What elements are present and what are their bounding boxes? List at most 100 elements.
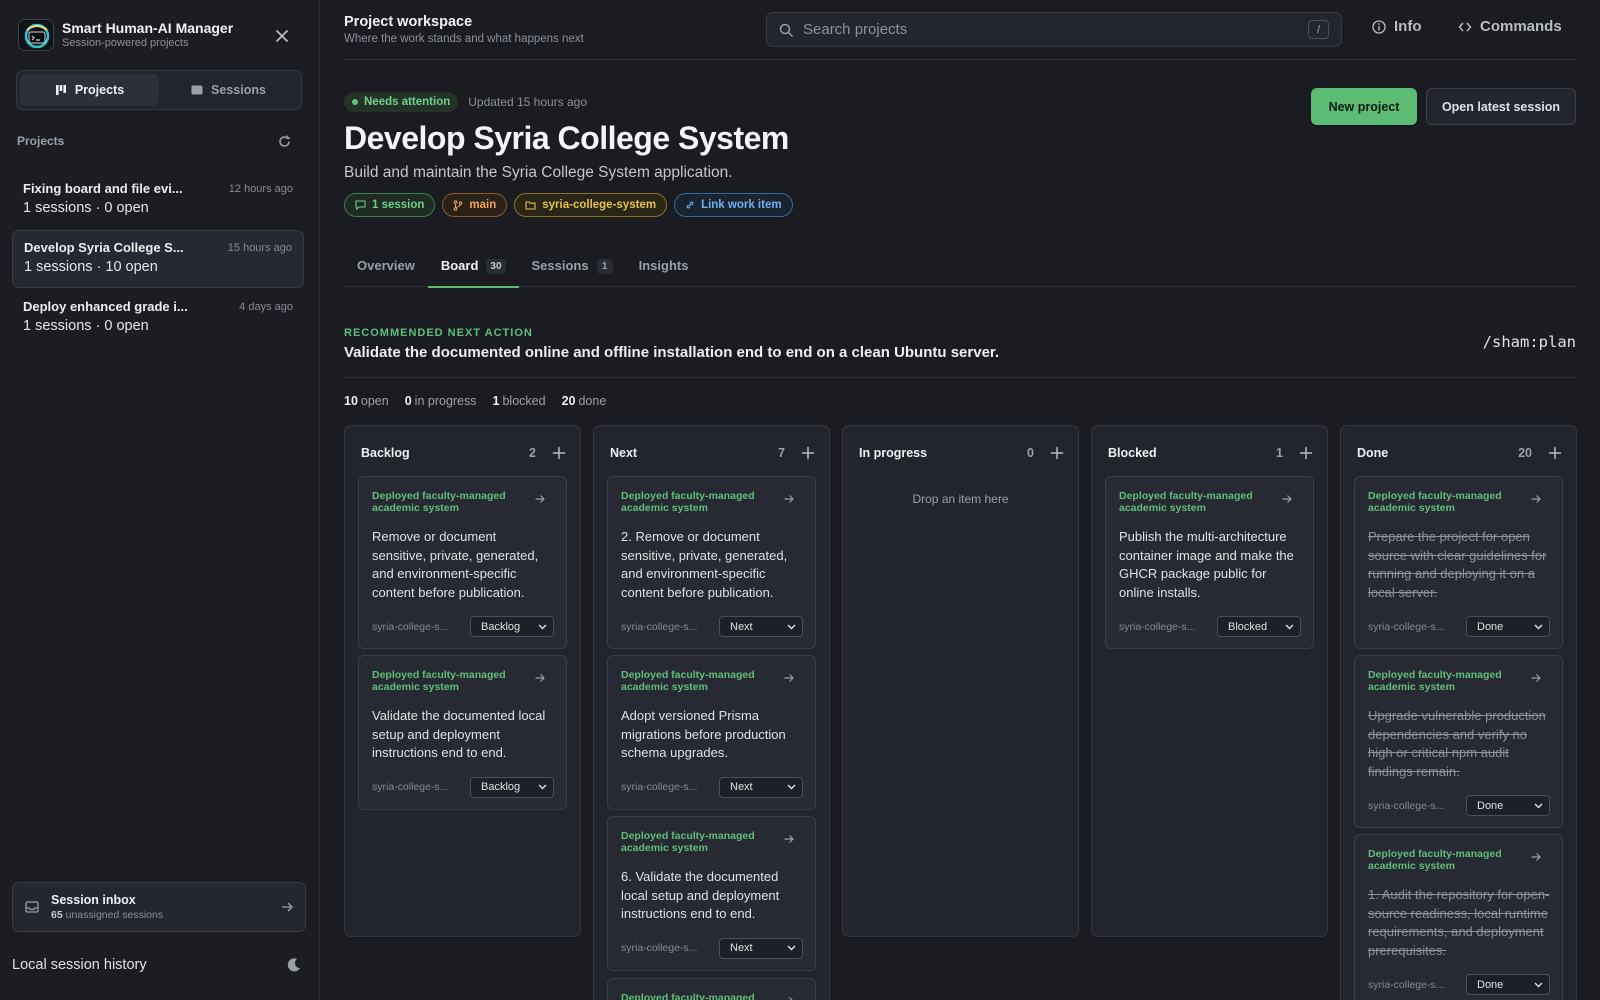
open-arrow-icon[interactable] (783, 833, 795, 845)
commands-button[interactable]: Commands (1458, 18, 1562, 35)
link-icon (686, 201, 694, 209)
folder-icon (525, 200, 536, 210)
plus-icon (1050, 446, 1064, 460)
card-status-select[interactable]: Next (719, 937, 803, 959)
add-item-button[interactable] (801, 446, 815, 460)
summary-blocked-label: blocked (502, 394, 546, 408)
card-status-select[interactable]: Backlog (470, 616, 554, 637)
sessions-icon (191, 85, 203, 95)
recommendation-command[interactable]: /sham:plan (1483, 333, 1576, 351)
board-icon (55, 85, 66, 95)
board-card[interactable]: Deployed faculty-managed (607, 978, 816, 1000)
branch-chip[interactable]: main (442, 193, 508, 217)
card-status-select[interactable]: Blocked (1217, 616, 1301, 637)
project-description: Build and maintain the Syria College Sys… (344, 164, 733, 181)
projects-section-title: Projects (17, 134, 65, 148)
page-subtitle: Where the work stands and what happens n… (344, 33, 584, 45)
sidebar-project-item-active[interactable]: Develop Syria College S... 15 hours ago … (12, 230, 304, 288)
add-item-button[interactable] (1050, 446, 1064, 460)
link-work-item-chip[interactable]: Link work item (674, 193, 793, 217)
board-card[interactable]: Deployed faculty-managed academic system… (1354, 655, 1563, 828)
plus-icon (1548, 446, 1562, 460)
folder-chip[interactable]: syria-college-system (514, 193, 668, 217)
info-button[interactable]: Info (1372, 18, 1422, 35)
add-item-button[interactable] (1299, 446, 1313, 460)
summary-blocked-count: 1 (492, 394, 500, 408)
board-column-next: Next 7 Deployed faculty-managed academic s… (593, 425, 830, 1000)
open-arrow-icon[interactable] (534, 493, 546, 505)
card-status-value: Backlog (481, 620, 521, 633)
board-card[interactable]: Deployed faculty-managed academic system… (607, 476, 816, 649)
open-arrow-icon[interactable] (783, 493, 795, 505)
add-item-button[interactable] (1548, 446, 1562, 460)
tab-board[interactable]: Board 30 (427, 250, 519, 288)
open-arrow-icon[interactable] (783, 995, 795, 1000)
refresh-projects-button[interactable] (277, 134, 292, 149)
open-arrow-icon[interactable] (783, 672, 795, 684)
theme-toggle-button[interactable] (286, 957, 302, 973)
board-column-in-progress: In progress 0 Drop an item here (842, 425, 1079, 937)
card-description: Validate the documented local setup and … (372, 708, 546, 760)
card-repo: syria-college-s... (1368, 978, 1445, 991)
project-chips: 1 session main syria-college-system Link… (344, 193, 800, 217)
app-logo-icon (18, 19, 54, 51)
card-status-select[interactable]: Done (1466, 616, 1550, 637)
board-card[interactable]: Deployed faculty-managed academic system… (358, 476, 567, 649)
main-content: Project workspace Where the work stands … (344, 0, 1577, 1000)
search-input[interactable] (803, 21, 1308, 38)
card-status-select[interactable]: Done (1466, 795, 1550, 816)
session-inbox-button[interactable]: Session inbox 65 unassigned sessions (12, 882, 306, 932)
sidebar-project-item[interactable]: Deploy enhanced grade i... 4 days ago 1 … (12, 290, 304, 348)
card-status-select[interactable]: Next (719, 776, 803, 798)
tab-overview[interactable]: Overview (344, 250, 428, 287)
close-sidebar-button[interactable] (272, 26, 292, 46)
open-latest-session-button[interactable]: Open latest session (1426, 88, 1576, 125)
drop-zone-hint[interactable]: Drop an item here (843, 492, 1078, 506)
tab-label: Insights (638, 258, 689, 273)
open-arrow-icon[interactable] (1530, 672, 1542, 684)
card-status-select[interactable]: Done (1466, 974, 1550, 995)
sidebar-view-switch: Projects Sessions (16, 70, 302, 110)
board-card[interactable]: Deployed faculty-managed academic system… (607, 655, 816, 810)
card-description: Publish the multi-architecture container… (1119, 529, 1294, 600)
recommendation-label: RECOMMENDED NEXT ACTION (344, 327, 533, 339)
sessions-chip[interactable]: 1 session (344, 193, 436, 217)
card-status-select[interactable]: Backlog (470, 776, 554, 798)
moon-icon (287, 958, 300, 972)
new-project-button[interactable]: New project (1311, 88, 1417, 125)
board-card[interactable]: Deployed faculty-managed academic system… (607, 816, 816, 971)
chevron-down-icon (538, 784, 547, 790)
open-arrow-icon[interactable] (534, 672, 546, 684)
tab-count: 1 (596, 259, 613, 274)
board-card[interactable]: Deployed faculty-managed academic system… (358, 655, 567, 810)
card-description: 2. Remove or document sensitive, private… (621, 529, 788, 600)
sidebar-tab-sessions[interactable]: Sessions (159, 74, 298, 106)
tab-insights[interactable]: Insights (626, 250, 702, 287)
open-arrow-icon[interactable] (1530, 851, 1542, 863)
recommendation-text: Validate the documented online and offli… (344, 344, 1000, 361)
tab-sessions[interactable]: Sessions 1 (519, 250, 626, 287)
kanban-board: Backlog 2 Deployed faculty-managed academi… (344, 425, 1577, 1000)
card-repo: syria-college-s... (1119, 620, 1196, 633)
project-tabs: Overview Board 30 Sessions 1 Insights (344, 250, 1576, 288)
open-arrow-icon[interactable] (1281, 493, 1293, 505)
card-repo: syria-college-s... (1368, 620, 1445, 633)
add-item-button[interactable] (552, 446, 566, 460)
plus-icon (1299, 446, 1313, 460)
header-divider (344, 59, 1576, 60)
board-card[interactable]: Deployed faculty-managed academic system… (1105, 476, 1314, 649)
board-card[interactable]: Deployed faculty-managed academic system… (1354, 476, 1563, 649)
page-title: Project workspace (344, 14, 473, 30)
updated-time: Updated 15 hours ago (468, 95, 588, 109)
card-status-select[interactable]: Next (719, 616, 803, 637)
sessions-chip-label: 1 session (372, 199, 425, 211)
branch-chip-label: main (469, 199, 497, 211)
sidebar-project-item[interactable]: Fixing board and file evi... 12 hours ag… (12, 172, 304, 230)
link-work-item-label: Link work item (701, 199, 782, 211)
card-description: Remove or document sensitive, private, g… (372, 529, 539, 600)
sidebar-tab-projects[interactable]: Projects (20, 74, 159, 106)
card-milestone-tag: Deployed faculty-managed academic system (1368, 669, 1502, 693)
board-card[interactable]: Deployed faculty-managed academic system… (1354, 834, 1563, 1000)
open-arrow-icon[interactable] (1530, 493, 1542, 505)
column-count: 2 (529, 446, 536, 460)
